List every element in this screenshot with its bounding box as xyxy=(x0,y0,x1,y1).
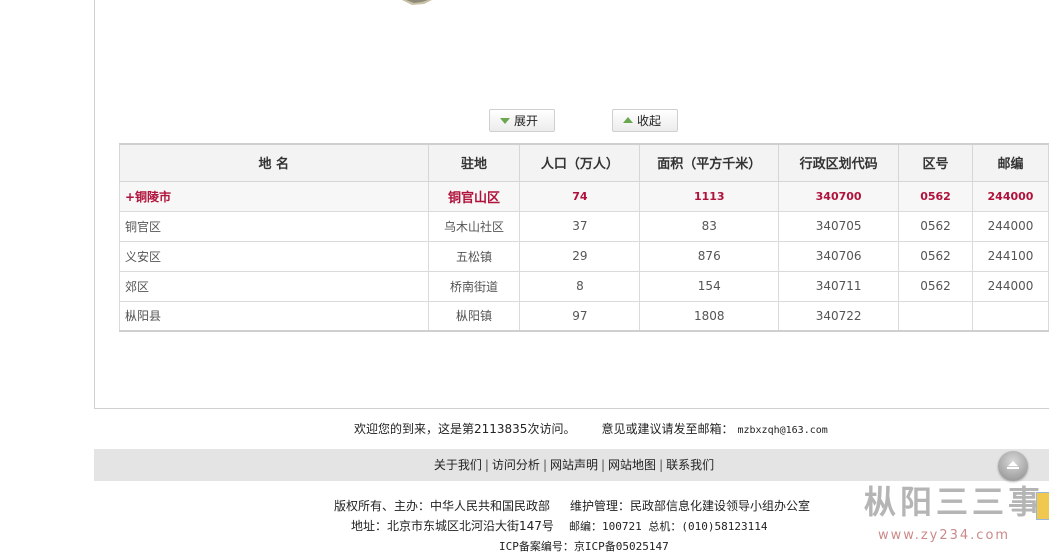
map-image-fragment xyxy=(402,0,432,5)
cell-postcode xyxy=(972,300,1049,332)
footer-link-analytics[interactable]: 访问分析 xyxy=(492,458,540,472)
cell-area: 154 xyxy=(639,270,780,302)
cell-name: 枞阳县 xyxy=(119,300,429,332)
cell-area: 1808 xyxy=(639,300,780,332)
header-division-code: 行政区划代码 xyxy=(778,143,900,182)
feedback-text: 意见或建议请发至邮箱： xyxy=(601,422,734,436)
watermark-title: 枞阳三三事 xyxy=(864,483,1045,521)
region-table: 地 名 驻地 人口（万人） 面积（平方千米） 行政区划代码 区号 邮编 +铜陵市… xyxy=(119,143,1049,332)
maintainer-text: 维护管理：民政部信息化建设领导小组办公室 xyxy=(570,499,811,513)
table-row: 铜官区 乌木山社区 37 83 340705 0562 244000 xyxy=(119,210,1049,242)
cell-area: 83 xyxy=(639,210,780,242)
cell-population: 97 xyxy=(519,300,641,332)
table-row: 郊区 桥南街道 8 154 340711 0562 244000 xyxy=(119,270,1049,302)
cell-code: 340705 xyxy=(778,210,900,242)
watermark-url: www.zy234.com xyxy=(878,528,1011,543)
cell-population: 29 xyxy=(519,240,641,272)
triangle-up-icon xyxy=(623,117,633,123)
welcome-text: 欢迎您的到来，这是第2113835次访问。 xyxy=(354,422,576,436)
header-population: 人口（万人） xyxy=(519,143,641,182)
cell-population: 74 xyxy=(519,180,641,212)
cell-area-code: 0562 xyxy=(898,180,973,212)
footer-link-sitemap[interactable]: 网站地图 xyxy=(608,458,656,472)
collapse-button[interactable]: 收起 xyxy=(612,109,678,132)
footer-link-statement[interactable]: 网站声明 xyxy=(550,458,598,472)
cell-name: 义安区 xyxy=(119,240,429,272)
cell-postcode: 244000 xyxy=(972,180,1049,212)
cell-population: 37 xyxy=(519,210,641,242)
cell-name: 铜官区 xyxy=(119,210,429,242)
footer-nav: 关于我们 | 访问分析 | 网站声明 | 网站地图 | 联系我们 xyxy=(94,449,1049,481)
header-seat: 驻地 xyxy=(427,143,521,182)
visit-info: 欢迎您的到来，这是第2113835次访问。 意见或建议请发至邮箱： mzbxzqh@… xyxy=(354,420,828,437)
icp-text[interactable]: ICP备案编号：京ICP备05025147 xyxy=(499,538,669,554)
cell-name: 郊区 xyxy=(119,270,429,302)
header-area-code: 区号 xyxy=(898,143,973,182)
cell-code: 340700 xyxy=(778,180,900,212)
site-watermark: 枞阳三三事 www.zy234.com xyxy=(864,484,1049,554)
back-to-top-icon xyxy=(1008,461,1018,466)
cell-postcode: 244000 xyxy=(972,270,1049,302)
header-area: 面积（平方千米） xyxy=(639,143,780,182)
cell-area-code: 0562 xyxy=(898,240,973,272)
expand-label: 展开 xyxy=(514,114,539,128)
cell-seat: 枞阳镇 xyxy=(427,300,521,332)
feedback-email[interactable]: mzbxzqh@163.com xyxy=(737,425,827,436)
postal-phone-text: 邮编：100721 总机：(010)58123114 xyxy=(569,520,768,533)
cell-postcode: 244000 xyxy=(972,210,1049,242)
table-row: 义安区 五松镇 29 876 340706 0562 244100 xyxy=(119,240,1049,272)
cell-population: 8 xyxy=(519,270,641,302)
cell-code: 340711 xyxy=(778,270,900,302)
cell-area: 876 xyxy=(639,240,780,272)
cell-seat: 铜官山区 xyxy=(427,180,521,212)
cell-seat: 五松镇 xyxy=(427,240,521,272)
table-row: 枞阳县 枞阳镇 97 1808 340722 xyxy=(119,300,1049,332)
footer-link-contact[interactable]: 联系我们 xyxy=(666,458,714,472)
header-postcode: 邮编 xyxy=(972,143,1049,182)
header-place-name: 地 名 xyxy=(119,143,429,182)
cell-area-code xyxy=(898,300,973,332)
cell-area-code: 0562 xyxy=(898,270,973,302)
table-row: +铜陵市 铜官山区 74 1113 340700 0562 244000 xyxy=(119,180,1049,212)
expand-button[interactable]: 展开 xyxy=(489,109,555,132)
cell-name[interactable]: +铜陵市 xyxy=(119,180,429,212)
back-to-top-button[interactable] xyxy=(998,451,1028,481)
collapse-label: 收起 xyxy=(637,114,662,128)
table-header-row: 地 名 驻地 人口（万人） 面积（平方千米） 行政区划代码 区号 邮编 xyxy=(119,143,1049,182)
cell-code: 340706 xyxy=(778,240,900,272)
cell-code: 340722 xyxy=(778,300,900,332)
triangle-down-icon xyxy=(500,118,510,124)
cell-seat: 乌木山社区 xyxy=(427,210,521,242)
cell-postcode: 244100 xyxy=(972,240,1049,272)
cell-area-code: 0562 xyxy=(898,210,973,242)
watermark-badge-icon xyxy=(1036,492,1049,520)
address-text: 地址：北京市东城区北河沿大街147号 xyxy=(351,519,554,533)
cell-area: 1113 xyxy=(639,180,780,212)
footer-link-about[interactable]: 关于我们 xyxy=(434,458,482,472)
cell-seat: 桥南街道 xyxy=(427,270,521,302)
copyright-text: 版权所有、主办：中华人民共和国民政部 xyxy=(334,499,551,513)
